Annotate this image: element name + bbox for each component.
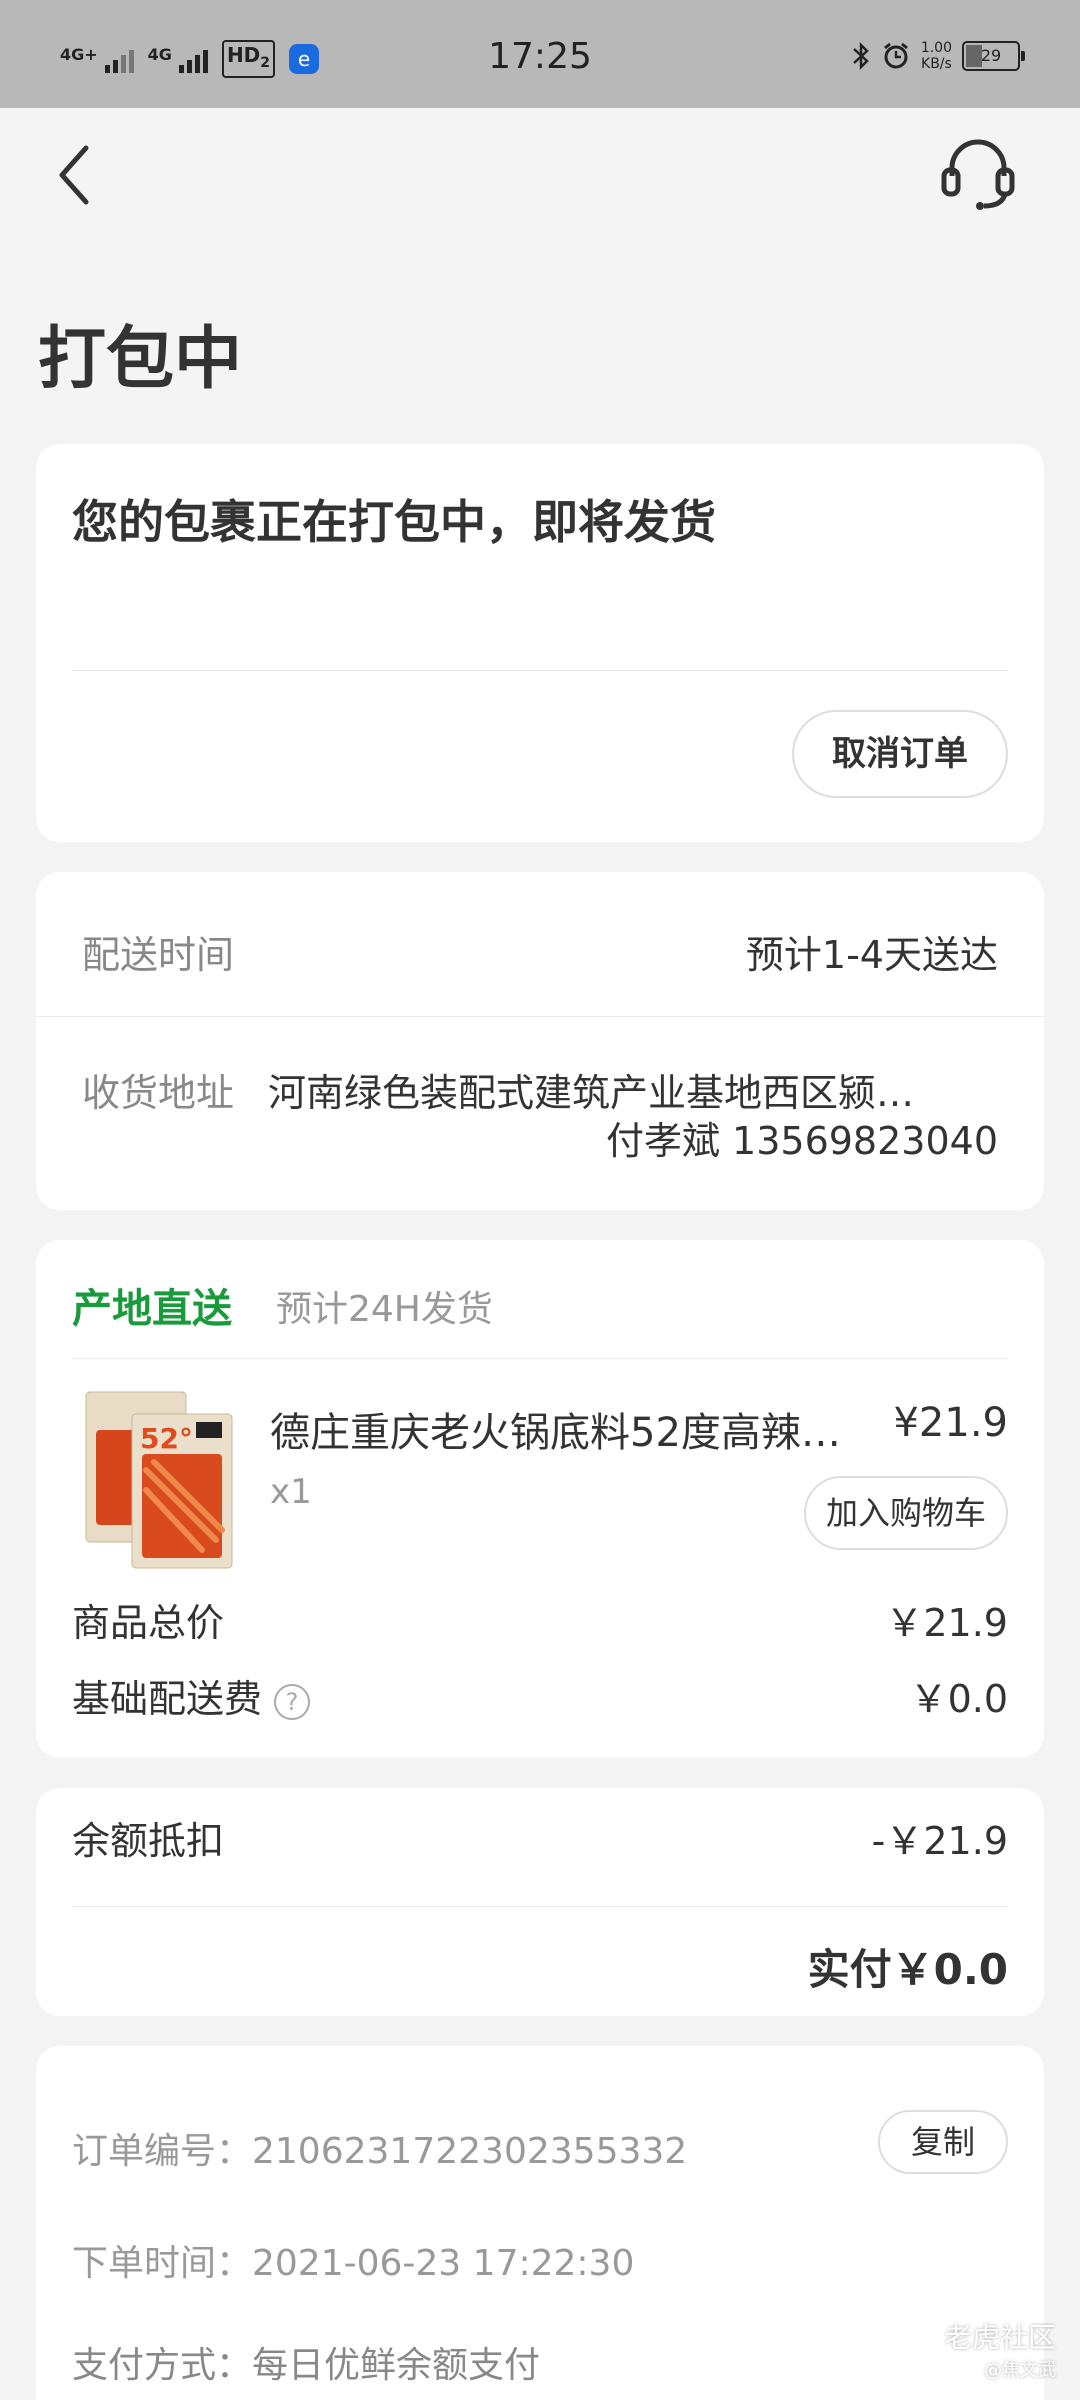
product-quantity: x1: [270, 1472, 312, 1512]
payment-card: 余额抵扣 -￥21.9 实付￥0.0: [36, 1788, 1044, 2016]
help-icon[interactable]: ?: [274, 1683, 311, 1720]
delivery-card: 配送时间 预计1-4天送达 收货地址 河南绿色装配式建筑产业基地西区颍… 付孝斌…: [36, 872, 1044, 1210]
balance-deduction-label: 余额抵扣: [72, 1819, 225, 1863]
product-image[interactable]: 52°: [84, 1390, 234, 1570]
amount-paid: 实付￥0.0: [807, 1945, 1008, 1994]
delivery-time-label: 配送时间: [82, 933, 235, 977]
product-name[interactable]: 德庄重庆老火锅底料52度高辣…: [270, 1400, 870, 1458]
back-arrow-icon[interactable]: [50, 140, 100, 210]
divider: [36, 1016, 1044, 1017]
battery-level: 29: [980, 46, 1002, 65]
status-card: 您的包裹正在打包中，即将发货 取消订单: [36, 444, 1044, 842]
subtotal-label: 商品总价: [72, 1601, 225, 1645]
divider: [72, 1906, 1008, 1907]
status-bar: 4G+ 4G HD2 e 17:25 1.00 KB/s 29: [0, 0, 1080, 108]
product-image-badge: 52°: [140, 1422, 193, 1455]
status-bar-right: 1.00 KB/s 29: [851, 40, 1025, 72]
order-number: 订单编号：2106231722302355332: [72, 2131, 688, 2172]
customer-service-icon[interactable]: [938, 132, 1018, 212]
recipient-info: 付孝斌 13569823040: [605, 1119, 998, 1163]
page-title: 打包中: [38, 320, 243, 399]
watermark-sub: @焦文武: [984, 2360, 1056, 2381]
order-time: 下单时间：2021-06-23 17:22:30: [72, 2243, 635, 2284]
network-speed: 1.00 KB/s: [921, 40, 952, 72]
address-value: 河南绿色装配式建筑产业基地西区颍…: [268, 1071, 915, 1115]
speed-unit: KB/s: [921, 56, 952, 72]
speed-value: 1.00: [920, 40, 952, 56]
origin-direct-label: 产地直送: [72, 1286, 232, 1332]
divider: [72, 670, 1008, 671]
watermark: 老虎社区 @焦文武: [944, 2316, 1056, 2382]
order-info-card: 订单编号：2106231722302355332 复制 下单时间：2021-06…: [36, 2046, 1044, 2400]
battery-icon: 29: [962, 41, 1025, 71]
address-label: 收货地址: [82, 1071, 235, 1115]
add-to-cart-button[interactable]: 加入购物车: [804, 1476, 1008, 1550]
shipping-fee-value: ￥0.0: [909, 1677, 1008, 1721]
page: 4G+ 4G HD2 e 17:25 1.00 KB/s 29 打包中 您的包裹…: [0, 0, 1080, 2400]
product-price: ¥21.9: [893, 1400, 1008, 1446]
subtotal-value: ￥21.9: [885, 1601, 1008, 1645]
watermark-text: 老虎社区: [943, 2321, 1056, 2354]
shipping-fee-row: 基础配送费?: [72, 1668, 311, 1723]
delivery-time-value: 预计1-4天送达: [745, 933, 998, 977]
copy-button[interactable]: 复制: [878, 2110, 1008, 2174]
shipping-fee-label: 基础配送费: [72, 1677, 263, 1721]
goods-card: 产地直送 预计24H发货 52° 德庄重庆老火锅底料52度高辣… ¥21.9 x…: [36, 1240, 1044, 1758]
payment-method: 支付方式：每日优鲜余额支付: [72, 2345, 541, 2386]
status-message: 您的包裹正在打包中，即将发货: [72, 495, 716, 549]
bluetooth-icon: [852, 41, 869, 71]
balance-deduction-value: -￥21.9: [871, 1819, 1008, 1863]
cancel-order-button[interactable]: 取消订单: [792, 710, 1008, 798]
alarm-icon: [883, 42, 908, 69]
ship-estimate: 预计24H发货: [276, 1289, 493, 1330]
divider: [72, 1358, 1008, 1359]
